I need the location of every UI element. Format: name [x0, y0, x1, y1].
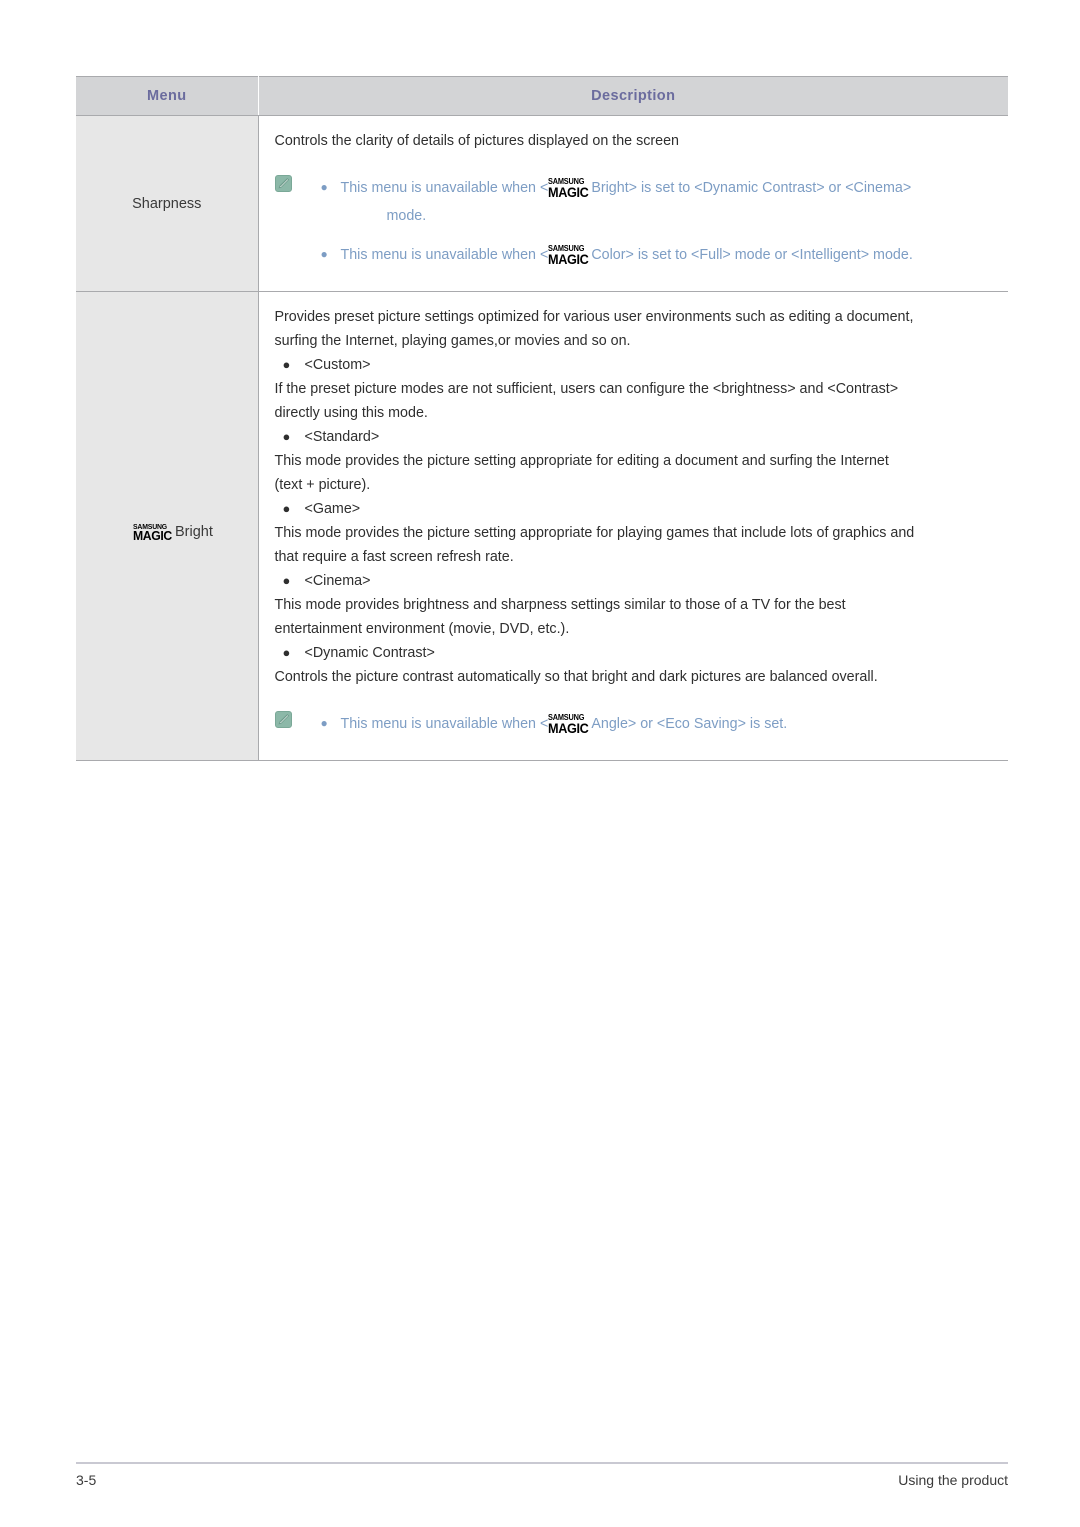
note-continuation: mode.	[386, 208, 427, 224]
mode-bullet-custom: ● <Custom>	[275, 353, 1009, 377]
mode-bullet-standard: ● <Standard>	[275, 425, 1009, 449]
sharpness-intro: Controls the clarity of details of pictu…	[274, 133, 680, 149]
table-header-description-label: Description	[591, 88, 676, 104]
table-header-description: Description	[258, 76, 1008, 116]
footer-section-label: Using the product	[898, 1472, 1008, 1488]
menu-label-sharpness: Sharpness	[132, 195, 202, 212]
magic-logo-magic: MAGIC	[548, 185, 589, 200]
menu-label-magicbright: Bright	[174, 524, 213, 540]
magic-logo-icon: SAMSUNG MAGIC	[548, 178, 591, 200]
table-header-menu: Menu	[76, 76, 259, 116]
note-text-tail: Color> is set to <Full> mode or <Intelli…	[591, 247, 913, 263]
magicbright-intro-line: Provides preset picture settings optimiz…	[274, 309, 914, 325]
mode-bullet-dynamic-contrast: ● <Dynamic Contrast>	[275, 641, 1009, 665]
mode-bullet-label: <Dynamic Contrast>	[304, 645, 435, 661]
note-text-lead: This menu is unavailable when <	[340, 716, 549, 732]
mode-body-line: that require a fast screen refresh rate.	[274, 549, 514, 565]
mode-body-line: directly using this mode.	[274, 405, 428, 421]
magic-logo-icon: SAMSUNG MAGIC	[132, 522, 174, 543]
magic-logo-icon: SAMSUNG MAGIC	[548, 714, 591, 736]
magic-logo-magic: MAGIC	[548, 252, 589, 267]
mode-body-line: Controls the picture contrast automatica…	[274, 669, 878, 685]
footer-divider	[76, 1462, 1008, 1464]
note-block-sharpness: ● This menu is unavailable when < SAMSUNG M…	[274, 173, 1009, 269]
note-block-magicbright: ● This menu is unavailable when < SAMSUNG M…	[274, 709, 1009, 738]
table-row-magicbright: SAMSUNG MAGIC Bright Provides preset pic…	[76, 291, 1009, 761]
magic-logo-magic: MAGIC	[548, 721, 589, 736]
page-footer: 3-5 Using the product	[76, 1472, 1008, 1488]
mode-bullet-cinema: ● <Cinema>	[275, 569, 1009, 593]
note-text-lead: This menu is unavailable when <	[340, 180, 549, 196]
table-row-sharpness: Sharpness Controls the clarity of detail…	[76, 115, 1009, 292]
bullet-dot: ●	[282, 357, 291, 372]
magicbright-intro-line: surfing the Internet, playing games,or m…	[274, 333, 631, 349]
mode-body-line: This mode provides brightness and sharpn…	[274, 597, 846, 613]
note-pencil-icon	[274, 711, 292, 728]
bullet-dot: ●	[282, 573, 291, 588]
magic-logo-icon: SAMSUNG MAGIC	[548, 245, 591, 267]
mode-body-line: If the preset picture modes are not suff…	[274, 381, 899, 397]
menu-cell-sharpness: Sharpness	[76, 115, 259, 292]
note-item: ● This menu is unavailable when < SAMSUNG M…	[321, 240, 1009, 269]
note-bullet: ●	[320, 180, 328, 194]
menu-description-table: Menu Description Sharpness Controls the …	[76, 76, 1008, 761]
mode-bullet-label: <Standard>	[304, 429, 380, 445]
menu-cell-magicbright: SAMSUNG MAGIC Bright	[76, 291, 259, 761]
note-pencil-icon	[274, 175, 292, 192]
mode-body-line: entertainment environment (movie, DVD, e…	[274, 621, 570, 637]
table-header-menu-label: Menu	[147, 88, 187, 104]
mode-body-line: This mode provides the picture setting a…	[274, 525, 915, 541]
mode-bullet-game: ● <Game>	[275, 497, 1009, 521]
mode-body-line: (text + picture).	[274, 477, 371, 493]
note-item: ● This menu is unavailable when < SAMSUNG M…	[321, 173, 1009, 202]
description-cell-magicbright: Provides preset picture settings optimiz…	[258, 291, 1009, 761]
note-list-sharpness: ● This menu is unavailable when < SAMSUNG M…	[275, 173, 1009, 269]
note-list-magicbright: ● This menu is unavailable when < SAMSUNG M…	[275, 709, 1009, 738]
note-bullet: ●	[320, 716, 328, 730]
bullet-dot: ●	[282, 501, 291, 516]
mode-body-line: This mode provides the picture setting a…	[274, 453, 889, 469]
mode-bullet-label: <Custom>	[304, 357, 371, 373]
note-text-lead: This menu is unavailable when <	[340, 247, 549, 263]
description-cell-sharpness: Controls the clarity of details of pictu…	[258, 115, 1009, 292]
magic-logo-magic: MAGIC	[132, 528, 172, 543]
mode-bullet-label: <Game>	[304, 501, 361, 517]
note-bullet: ●	[320, 247, 328, 261]
table-header-row: Menu Description	[76, 76, 1008, 116]
note-text-tail: Bright> is set to <Dynamic Contrast> or …	[591, 180, 912, 196]
note-item: ● This menu is unavailable when < SAMSUNG M…	[321, 709, 1009, 738]
mode-bullet-label: <Cinema>	[304, 573, 371, 589]
note-text-tail: Angle> or <Eco Saving> is set.	[591, 716, 788, 732]
bullet-dot: ●	[282, 429, 291, 444]
footer-page-number: 3-5	[76, 1472, 97, 1488]
bullet-dot: ●	[282, 645, 291, 660]
